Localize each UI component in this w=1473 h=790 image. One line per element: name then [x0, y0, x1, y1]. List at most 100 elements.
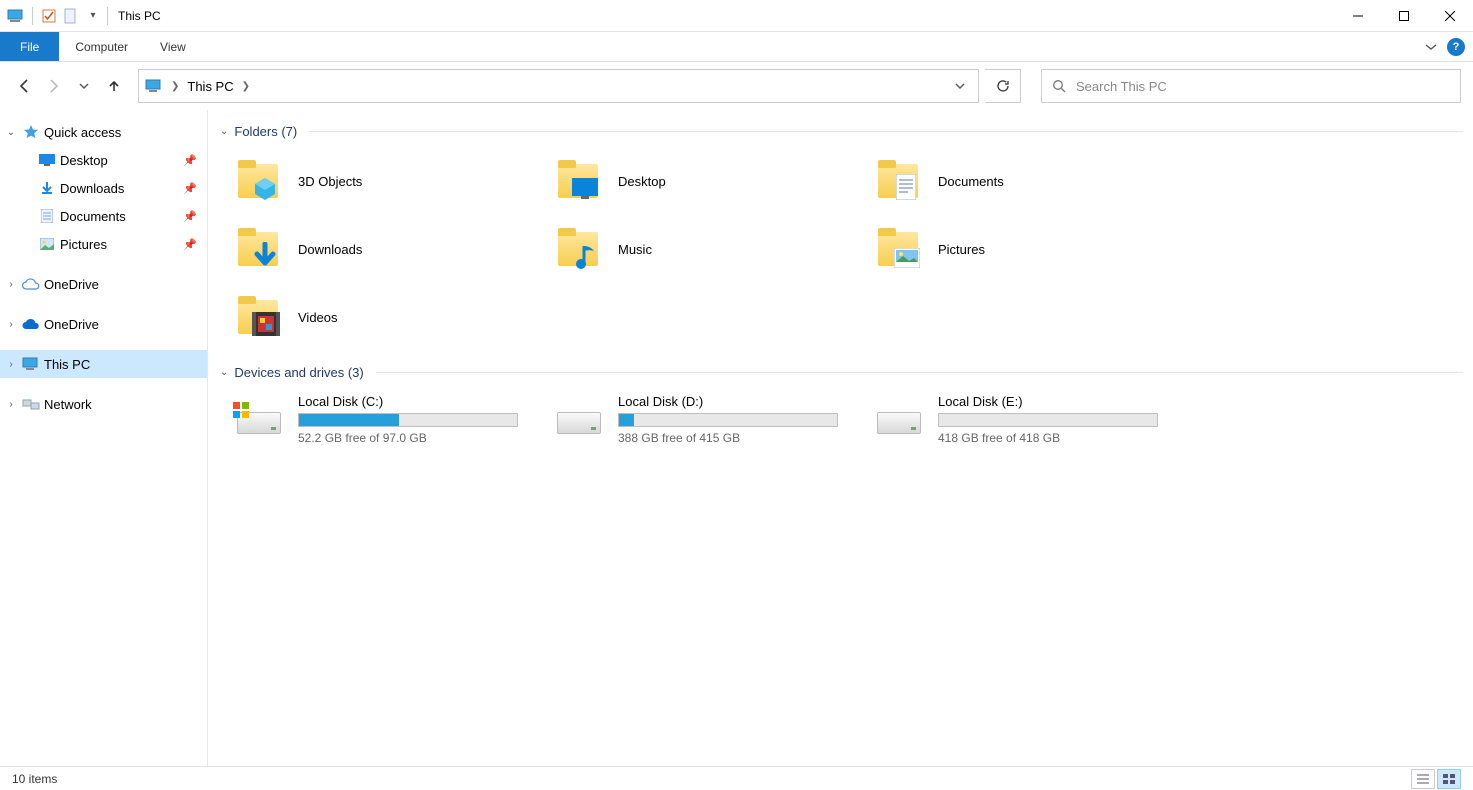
folder-downloads[interactable]: Downloads	[234, 223, 554, 275]
status-bar: 10 items	[0, 766, 1473, 790]
tab-computer[interactable]: Computer	[59, 32, 144, 61]
nav-up-button[interactable]	[102, 74, 126, 98]
title-bar: ▾ This PC	[0, 0, 1473, 32]
group-header-folders[interactable]: ⌄ Folders (7)	[208, 120, 1473, 143]
group-divider	[309, 131, 1463, 132]
search-box[interactable]	[1041, 69, 1461, 103]
folder-icon	[234, 224, 284, 274]
pin-icon: 📌	[183, 210, 197, 223]
nav-forward-button[interactable]	[42, 74, 66, 98]
pin-icon: 📌	[183, 182, 197, 195]
tree-quick-desktop[interactable]: Desktop 📌	[0, 146, 207, 174]
drive-name: Local Disk (C:)	[298, 394, 518, 409]
folder-3d-objects[interactable]: 3D Objects	[234, 155, 554, 207]
address-dropdown-icon[interactable]	[948, 81, 972, 91]
status-item-count: 10 items	[12, 772, 57, 786]
nav-back-button[interactable]	[12, 74, 36, 98]
nav-tree: ⌄ Quick access Desktop 📌 Downloads 📌 Doc…	[0, 110, 208, 766]
folder-label: Downloads	[298, 242, 362, 257]
folder-icon	[234, 292, 284, 342]
onedrive-icon	[22, 275, 40, 293]
chevron-right-icon[interactable]: ›	[4, 399, 18, 410]
group-label: Devices and drives (3)	[234, 365, 363, 380]
tree-quick-documents[interactable]: Documents 📌	[0, 202, 207, 230]
download-icon	[38, 179, 56, 197]
chevron-right-icon[interactable]: ❯	[171, 81, 179, 92]
tree-label: Documents	[60, 209, 126, 224]
tree-quick-downloads[interactable]: Downloads 📌	[0, 174, 207, 202]
qat-divider	[32, 7, 33, 25]
tree-onedrive-2[interactable]: › OneDrive	[0, 310, 207, 338]
folder-icon	[554, 156, 604, 206]
group-label: Folders (7)	[234, 124, 297, 139]
tree-network[interactable]: › Network	[0, 390, 207, 418]
folder-icon	[234, 156, 284, 206]
qat-customize-icon[interactable]: ▾	[83, 6, 103, 26]
pin-icon: 📌	[183, 238, 197, 251]
chevron-right-icon[interactable]: ❯	[242, 81, 250, 92]
tree-quick-pictures[interactable]: Pictures 📌	[0, 230, 207, 258]
refresh-button[interactable]	[985, 69, 1021, 103]
drive-usage-bar	[938, 413, 1158, 427]
group-divider	[376, 372, 1463, 373]
tree-this-pc[interactable]: › This PC	[0, 350, 207, 378]
drive-usage-bar	[618, 413, 838, 427]
chevron-down-icon[interactable]: ⌄	[220, 126, 228, 137]
folder-label: Documents	[938, 174, 1004, 189]
drive-free-text: 52.2 GB free of 97.0 GB	[298, 431, 518, 445]
ribbon-expand-icon[interactable]	[1421, 37, 1441, 57]
tree-quick-access[interactable]: ⌄ Quick access	[0, 118, 207, 146]
folder-icon	[874, 156, 924, 206]
qat-properties-icon[interactable]	[39, 6, 59, 26]
drive-usage-bar	[298, 413, 518, 427]
tree-label: Desktop	[60, 153, 108, 168]
drive-d[interactable]: Local Disk (D:) 388 GB free of 415 GB	[554, 394, 874, 445]
tree-label: Quick access	[44, 125, 121, 140]
window-title: This PC	[118, 9, 161, 23]
group-header-drives[interactable]: ⌄ Devices and drives (3)	[208, 361, 1473, 384]
tree-label: Downloads	[60, 181, 124, 196]
drive-e[interactable]: Local Disk (E:) 418 GB free of 418 GB	[874, 394, 1194, 445]
qat-newfolder-icon[interactable]	[61, 6, 81, 26]
pin-icon: 📌	[183, 154, 197, 167]
address-bar[interactable]: ❯ This PC ❯	[138, 69, 979, 103]
chevron-right-icon[interactable]: ›	[4, 359, 18, 370]
folder-label: Music	[618, 242, 652, 257]
minimize-button[interactable]	[1335, 0, 1381, 32]
search-input[interactable]	[1076, 79, 1450, 94]
content-pane: ⌄ Folders (7) 3D Objects Desktop	[208, 110, 1473, 766]
folder-label: Videos	[298, 310, 338, 325]
help-button[interactable]: ?	[1447, 38, 1465, 56]
tree-label: Pictures	[60, 237, 107, 252]
drive-free-text: 418 GB free of 418 GB	[938, 431, 1158, 445]
tab-file[interactable]: File	[0, 32, 59, 61]
chevron-right-icon[interactable]: ›	[4, 319, 18, 330]
maximize-button[interactable]	[1381, 0, 1427, 32]
breadcrumb-thispc[interactable]: This PC	[187, 79, 233, 94]
address-pc-icon	[145, 79, 163, 93]
folder-videos[interactable]: Videos	[234, 291, 554, 343]
title-divider	[107, 7, 108, 25]
document-icon	[38, 207, 56, 225]
tab-view[interactable]: View	[144, 32, 202, 61]
close-button[interactable]	[1427, 0, 1473, 32]
network-icon	[22, 395, 40, 413]
pc-icon	[22, 355, 40, 373]
chevron-down-icon[interactable]: ⌄	[220, 367, 228, 378]
folder-documents[interactable]: Documents	[874, 155, 1194, 207]
folder-pictures[interactable]: Pictures	[874, 223, 1194, 275]
folder-label: Pictures	[938, 242, 985, 257]
drive-c[interactable]: Local Disk (C:) 52.2 GB free of 97.0 GB	[234, 394, 554, 445]
chevron-down-icon[interactable]: ⌄	[4, 127, 18, 138]
nav-recent-button[interactable]	[72, 74, 96, 98]
folder-icon	[874, 224, 924, 274]
view-tiles-button[interactable]	[1437, 769, 1461, 789]
folder-desktop[interactable]: Desktop	[554, 155, 874, 207]
chevron-right-icon[interactable]: ›	[4, 279, 18, 290]
folder-icon	[554, 224, 604, 274]
view-details-button[interactable]	[1411, 769, 1435, 789]
desktop-icon	[38, 151, 56, 169]
tree-label: This PC	[44, 357, 90, 372]
tree-onedrive-1[interactable]: › OneDrive	[0, 270, 207, 298]
folder-music[interactable]: Music	[554, 223, 874, 275]
